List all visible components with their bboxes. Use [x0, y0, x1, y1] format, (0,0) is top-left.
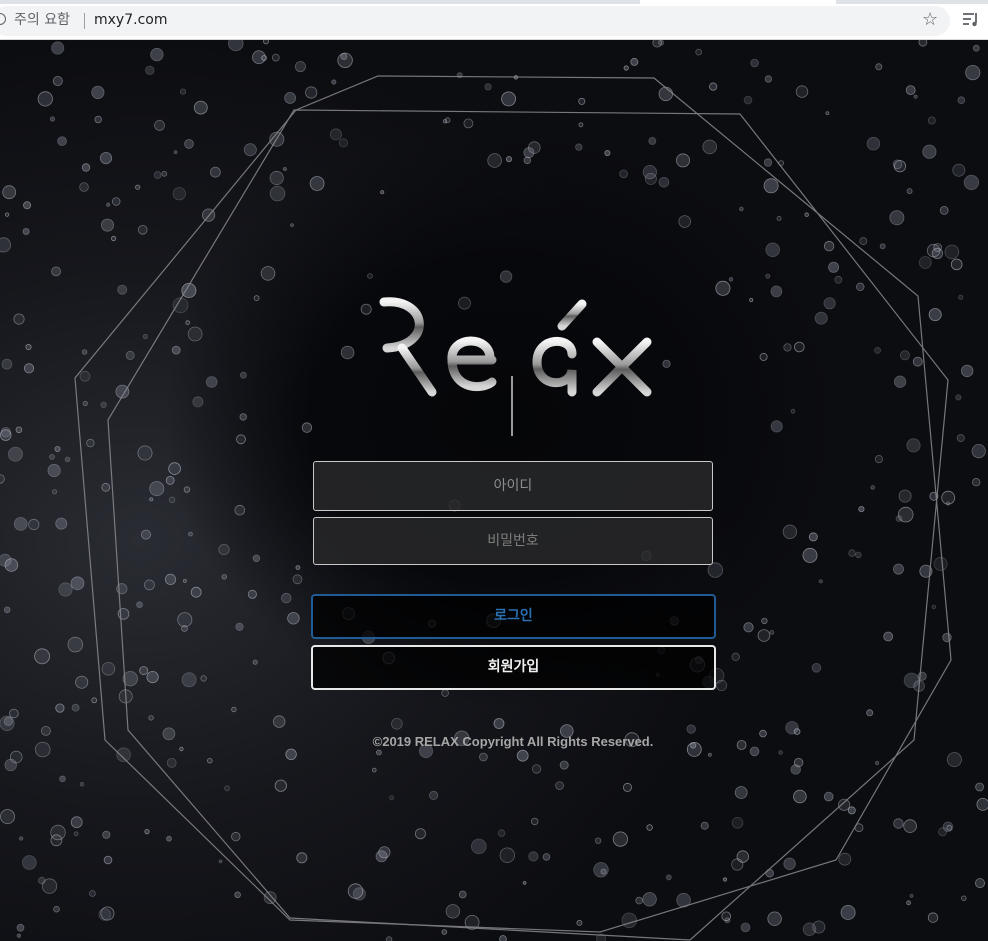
tab-strip	[0, 0, 988, 4]
security-status[interactable]: 주의 요함	[14, 11, 70, 29]
copyright-text: ©2019 RELAX Copyright All Rights Reserve…	[372, 734, 654, 749]
signup-button[interactable]: 회원가입	[311, 645, 716, 690]
relax-logo	[379, 295, 652, 397]
media-control-icon[interactable]	[962, 10, 980, 28]
active-tab[interactable]	[640, 0, 836, 4]
login-button[interactable]: 로그인	[311, 594, 716, 639]
url-text[interactable]: mxy7.com	[94, 11, 167, 29]
id-input[interactable]: 아이디	[313, 461, 713, 511]
login-page-background: 아이디 비밀번호 로그인 회원가입 ©2019 RELAX Copyright …	[0, 40, 988, 941]
password-input[interactable]: 비밀번호	[313, 517, 713, 565]
logo-divider	[511, 376, 513, 436]
address-separator	[84, 13, 85, 29]
browser-toolbar: 주의 요함 mxy7.com ☆	[0, 0, 988, 40]
bookmark-star-icon[interactable]: ☆	[922, 9, 938, 31]
